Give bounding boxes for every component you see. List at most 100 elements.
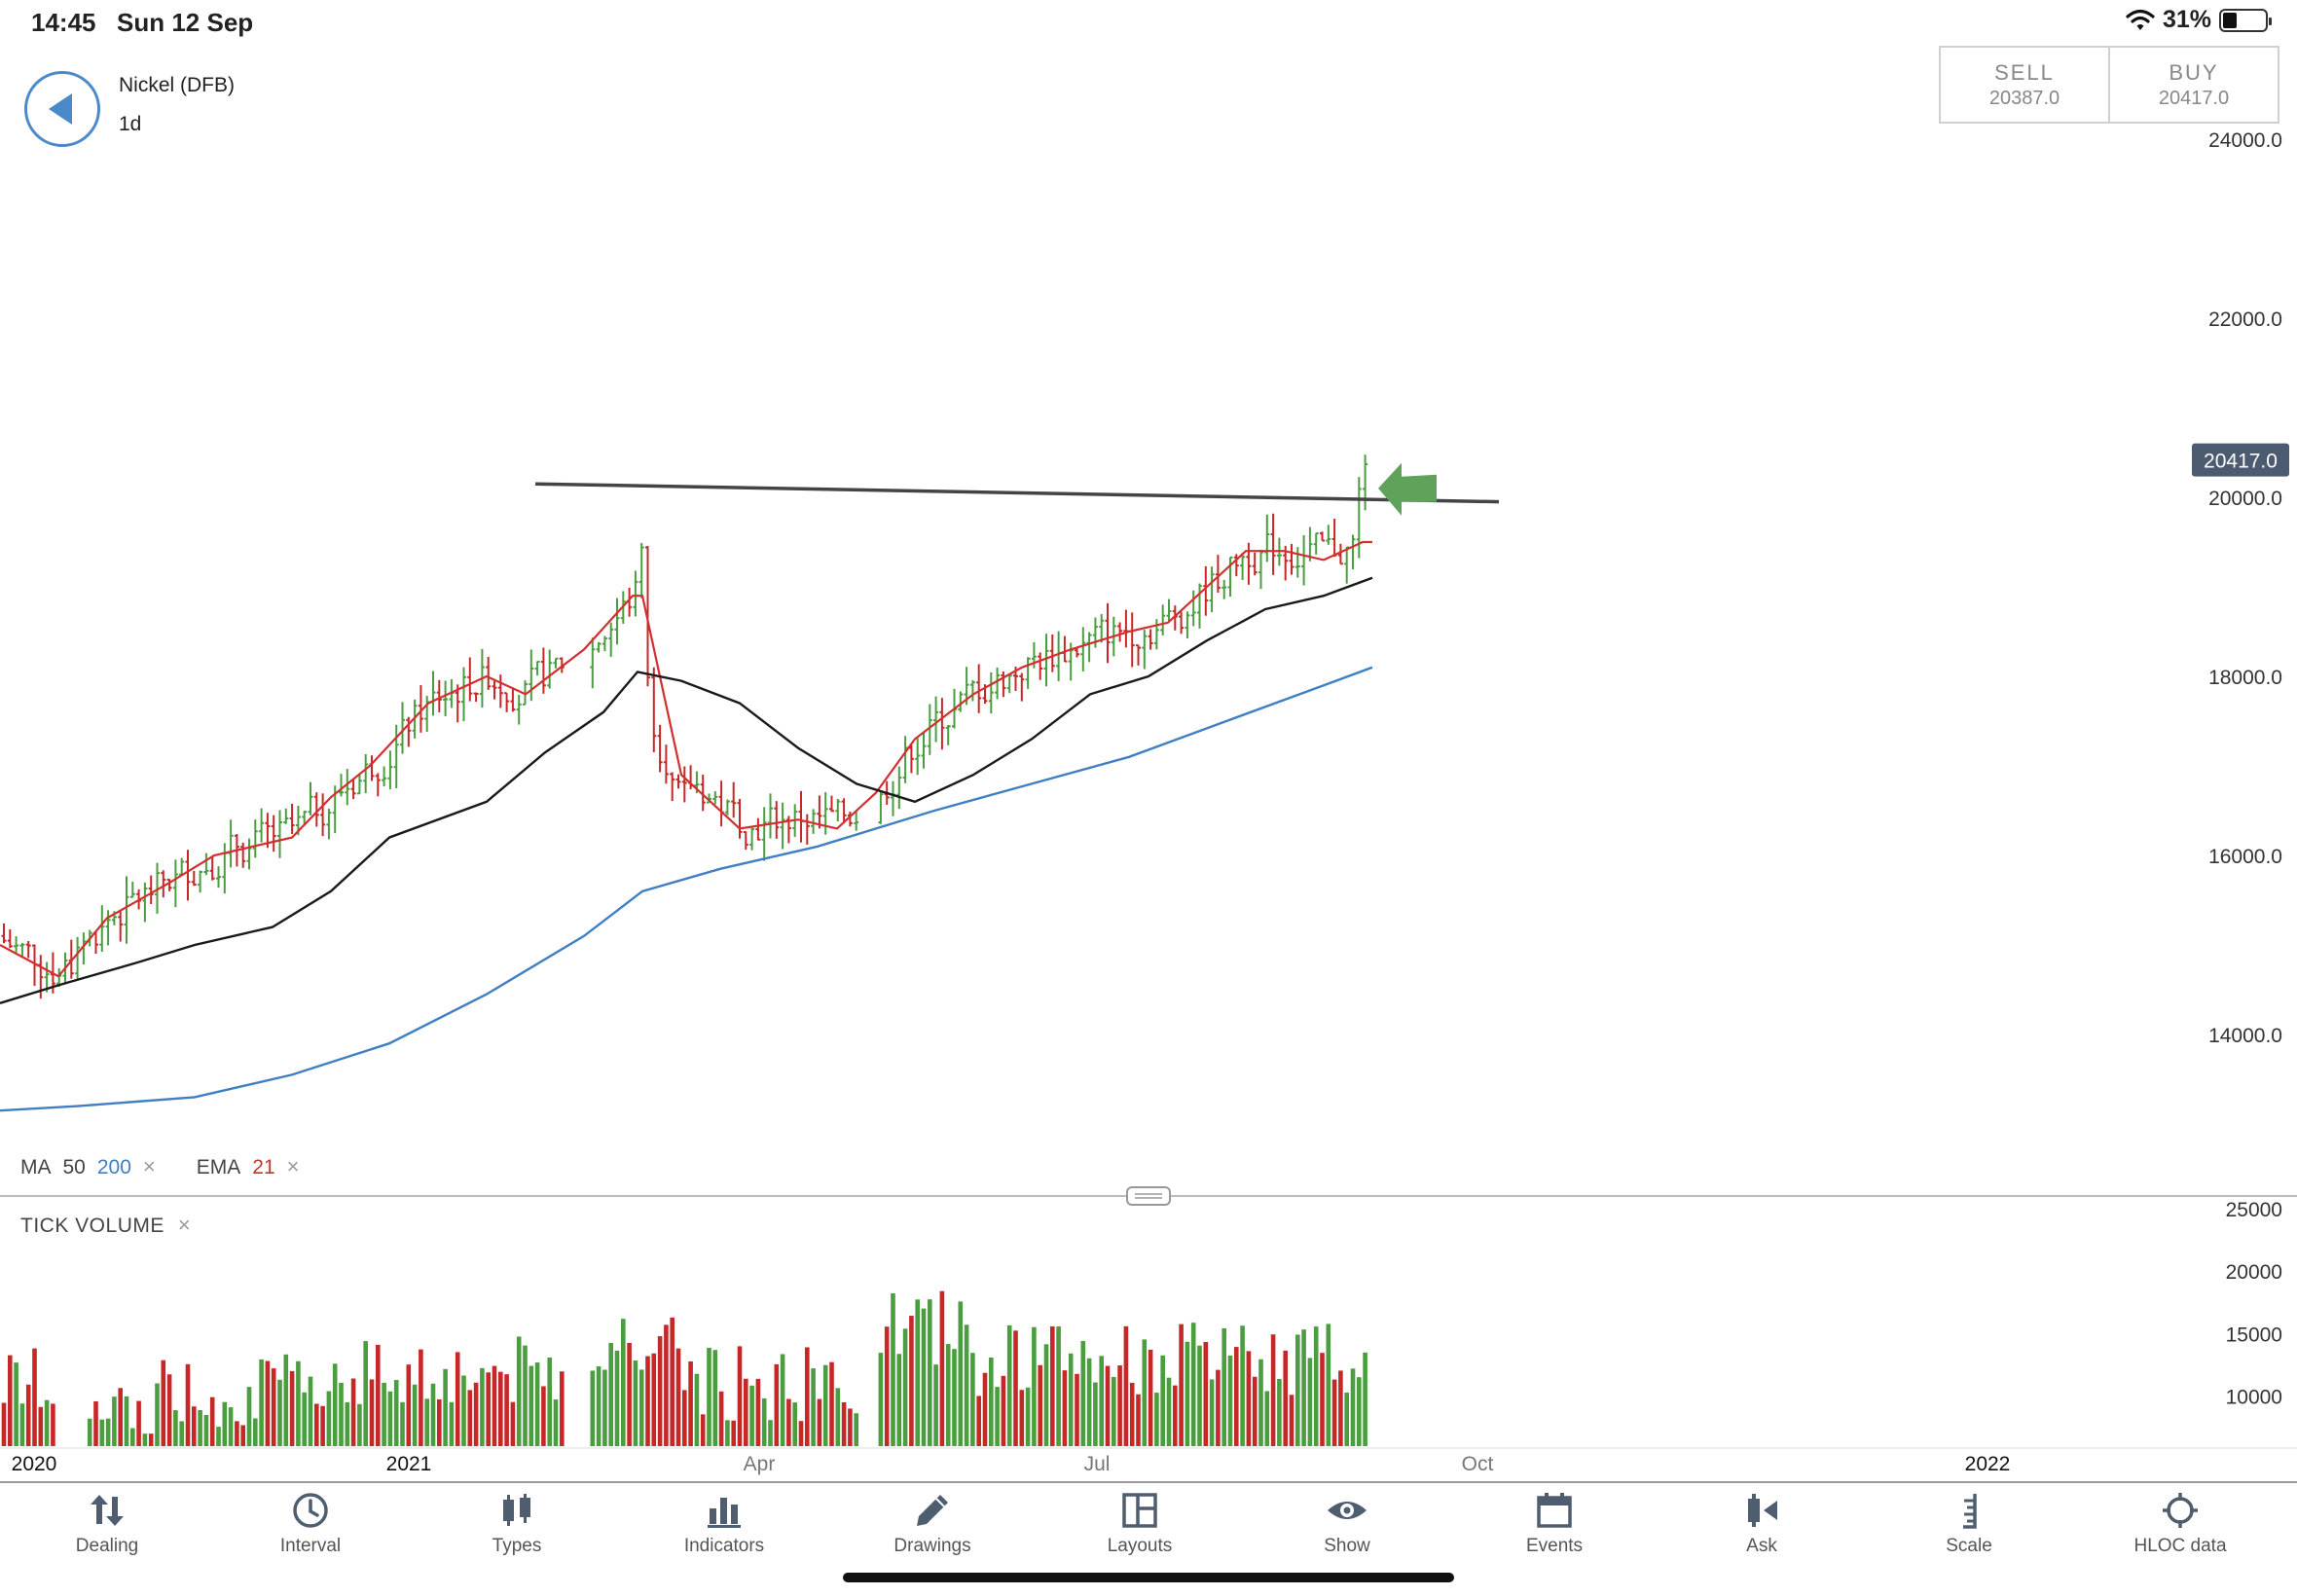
volume-bar xyxy=(964,1324,969,1446)
toolbar-ask[interactable]: Ask xyxy=(1689,1489,1835,1557)
volume-bar xyxy=(161,1360,166,1446)
remove-volume-button[interactable]: × xyxy=(178,1213,191,1238)
volume-bar xyxy=(1209,1379,1215,1446)
resistance-trendline[interactable] xyxy=(534,482,1500,504)
volume-bar xyxy=(492,1365,497,1446)
volume-bar xyxy=(473,1382,479,1446)
volume-bar xyxy=(1363,1352,1367,1446)
volume-bar xyxy=(774,1363,780,1446)
volume-bar xyxy=(185,1363,191,1446)
volume-bar xyxy=(1320,1353,1325,1446)
volume-bar xyxy=(1148,1349,1153,1446)
volume-bar xyxy=(688,1360,693,1446)
volume-axis-label: 10000 xyxy=(2226,1387,2282,1409)
volume-bar xyxy=(1006,1324,1012,1446)
volume-bar xyxy=(308,1376,313,1446)
volume-bar xyxy=(829,1361,834,1446)
toolbar-events[interactable]: Events xyxy=(1481,1489,1627,1557)
toolbar-show[interactable]: Show xyxy=(1274,1489,1420,1557)
volume-bar xyxy=(786,1398,791,1446)
remove-ma-button[interactable]: × xyxy=(143,1154,156,1179)
volume-bar xyxy=(1190,1323,1196,1446)
volume-bar xyxy=(136,1400,141,1446)
toolbar-label: Events xyxy=(1525,1536,1584,1556)
time-axis-label: 2020 xyxy=(12,1453,57,1475)
toolbar-layouts[interactable]: Layouts xyxy=(1067,1489,1213,1557)
price-axis-label: 22000.0 xyxy=(2208,308,2282,331)
volume-bar xyxy=(142,1433,148,1446)
toolbar-label: Ask xyxy=(1746,1536,1777,1556)
volume-bar xyxy=(296,1360,301,1446)
volume-bar xyxy=(755,1378,761,1446)
volume-bar xyxy=(1123,1325,1129,1446)
volume-bar xyxy=(369,1379,375,1446)
toolbar-hloc-data[interactable]: HLOC data xyxy=(2107,1489,2253,1557)
volume-bar xyxy=(302,1392,307,1446)
volume-bar xyxy=(1326,1324,1331,1446)
volume-bar xyxy=(259,1359,264,1446)
toolbar-indicators[interactable]: Indicators xyxy=(651,1489,797,1557)
price-axis-label: 20000.0 xyxy=(2208,488,2282,510)
volume-bar xyxy=(1252,1376,1258,1446)
volume-bar xyxy=(387,1391,393,1446)
volume-bar xyxy=(1019,1390,1025,1446)
volume-bar xyxy=(1136,1394,1141,1446)
volume-bar xyxy=(148,1433,154,1446)
volume-bar xyxy=(1203,1341,1209,1446)
volume-bar xyxy=(504,1374,509,1446)
volume-bar xyxy=(118,1388,123,1446)
volume-bar xyxy=(725,1420,730,1446)
volume-bar xyxy=(283,1354,289,1446)
volume-bar xyxy=(326,1391,332,1446)
volume-bar xyxy=(749,1385,754,1446)
volume-bar xyxy=(314,1403,319,1446)
volume-bar xyxy=(590,1370,596,1446)
volume-bar xyxy=(534,1362,540,1446)
volume-bar xyxy=(841,1402,847,1446)
toolbar-label: Dealing xyxy=(75,1536,139,1556)
ema-label: EMA xyxy=(196,1156,241,1179)
ask-candle-icon xyxy=(1748,1494,1777,1527)
series-line-ema-21 xyxy=(0,540,1372,978)
toolbar-dealing[interactable]: Dealing xyxy=(34,1489,180,1557)
volume-bar xyxy=(1093,1382,1098,1446)
volume-bar xyxy=(332,1363,338,1446)
panel-resize-handle[interactable] xyxy=(1126,1186,1171,1206)
price-chart[interactable]: 24000.0 22000.0 20000.0 18000.0 16000.0 14000… xyxy=(0,0,2297,1479)
volume-bar xyxy=(1166,1377,1172,1446)
volume-bar xyxy=(1129,1382,1135,1446)
volume-bar xyxy=(173,1410,178,1446)
arrow-annotation-icon[interactable] xyxy=(1378,462,1437,516)
volume-bar xyxy=(1185,1341,1190,1446)
volume-bar xyxy=(560,1371,565,1446)
toolbar-label: Layouts xyxy=(1107,1536,1173,1556)
volume-bar xyxy=(1086,1358,1092,1446)
volume-bar xyxy=(246,1387,252,1446)
toolbar-drawings[interactable]: Drawings xyxy=(859,1489,1005,1557)
volume-bars xyxy=(1,1290,1367,1446)
toolbar-types[interactable]: Types xyxy=(444,1489,590,1557)
volume-bar xyxy=(848,1408,853,1446)
candlestick-icon xyxy=(503,1494,530,1526)
volume-bar xyxy=(675,1348,681,1446)
axes: 24000.0 22000.0 20000.0 18000.0 16000.0 14000… xyxy=(0,129,2297,1475)
price-axis-label: 14000.0 xyxy=(2208,1025,2282,1047)
bar-chart-icon xyxy=(708,1498,741,1528)
scale-icon xyxy=(1963,1494,1977,1529)
volume-bar xyxy=(712,1350,718,1446)
volume-bar xyxy=(670,1317,675,1446)
toolbar-interval[interactable]: Interval xyxy=(237,1489,383,1557)
volume-bar xyxy=(265,1360,271,1446)
volume-bar xyxy=(700,1414,706,1446)
volume-bar xyxy=(1338,1370,1343,1446)
volume-bar xyxy=(1142,1339,1148,1446)
volume-bar xyxy=(382,1382,386,1446)
current-price-label: 20417.0 xyxy=(2204,451,2278,473)
volume-bar xyxy=(19,1403,25,1446)
volume-bar xyxy=(1344,1392,1349,1446)
remove-ema-button[interactable]: × xyxy=(287,1154,300,1179)
price-axis-label: 16000.0 xyxy=(2208,846,2282,868)
volume-bar xyxy=(320,1405,325,1446)
ema-period: 21 xyxy=(252,1156,275,1179)
toolbar-scale[interactable]: Scale xyxy=(1896,1489,2042,1557)
